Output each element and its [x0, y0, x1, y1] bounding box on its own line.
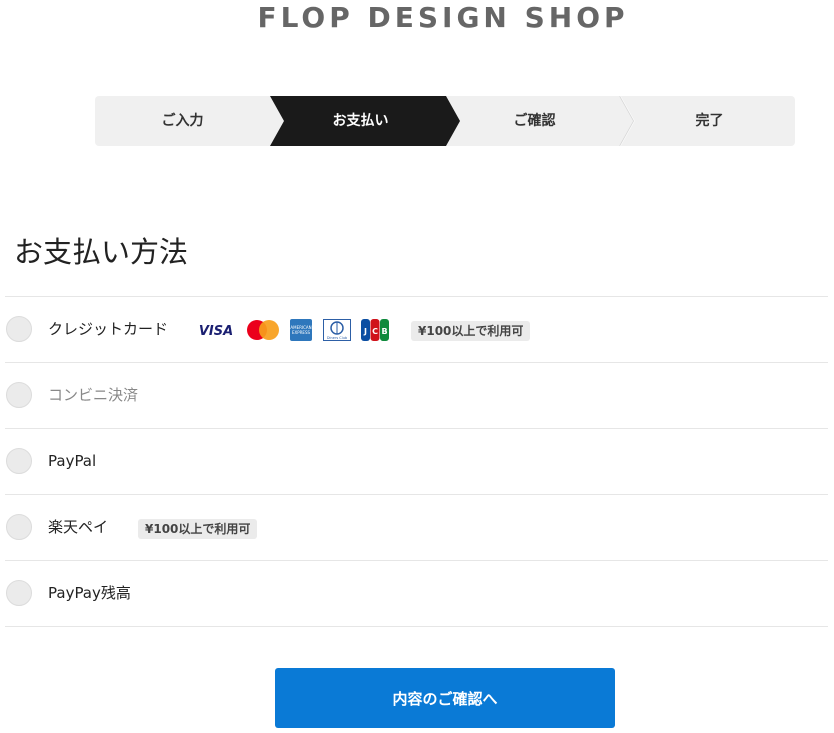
svg-text:VISA: VISA [199, 324, 233, 339]
payment-option-rakuten-pay[interactable]: 楽天ペイ ¥100以上で利用可 [5, 495, 828, 561]
step-input: ご入力 [161, 113, 204, 129]
svg-text:J: J [363, 327, 367, 336]
confirm-order-button[interactable]: 内容のご確認へ [275, 668, 615, 728]
payment-option-credit-card[interactable]: クレジットカード VISA AMERICAN EXPRESS Diners Cl… [5, 297, 828, 363]
min-amount-badge: ¥100以上で利用可 [411, 321, 531, 341]
shop-logo[interactable]: FLOP DESIGN SHOP [0, 0, 834, 36]
payment-option-convenience-store[interactable]: コンビニ決済 [5, 363, 828, 429]
page-title: お支払い方法 [14, 235, 189, 269]
step-confirm: ご確認 [513, 113, 556, 129]
step-payment: お支払い [332, 113, 389, 129]
jcb-icon: J C B [361, 319, 389, 341]
radio-button[interactable] [6, 382, 32, 408]
radio-button[interactable] [6, 514, 32, 540]
radio-button[interactable] [6, 580, 32, 606]
diners-club-icon: Diners Club [323, 319, 351, 341]
payment-option-label[interactable]: コンビニ決済 [48, 363, 138, 427]
payment-method-list: クレジットカード VISA AMERICAN EXPRESS Diners Cl… [5, 296, 828, 627]
svg-text:C: C [372, 327, 378, 336]
svg-text:Diners Club: Diners Club [327, 336, 348, 340]
min-amount-badge: ¥100以上で利用可 [138, 519, 258, 539]
payment-option-label[interactable]: クレジットカード [48, 297, 168, 361]
radio-button[interactable] [6, 316, 32, 342]
payment-option-paypal[interactable]: PayPal [5, 429, 828, 495]
payment-option-label[interactable]: PayPay残高 [48, 561, 131, 625]
svg-text:EXPRESS: EXPRESS [292, 330, 311, 335]
radio-button[interactable] [6, 448, 32, 474]
amex-icon: AMERICAN EXPRESS [290, 319, 312, 341]
payment-option-paypay[interactable]: PayPay残高 [5, 561, 828, 627]
checkout-steps: ご入力 お支払い ご確認 完了 [95, 96, 795, 146]
visa-icon: VISA [199, 324, 233, 339]
payment-option-label[interactable]: PayPal [48, 429, 96, 493]
svg-text:B: B [381, 327, 387, 336]
step-complete: 完了 [695, 113, 724, 129]
payment-option-label[interactable]: 楽天ペイ [48, 495, 108, 559]
mastercard-icon [247, 320, 279, 340]
